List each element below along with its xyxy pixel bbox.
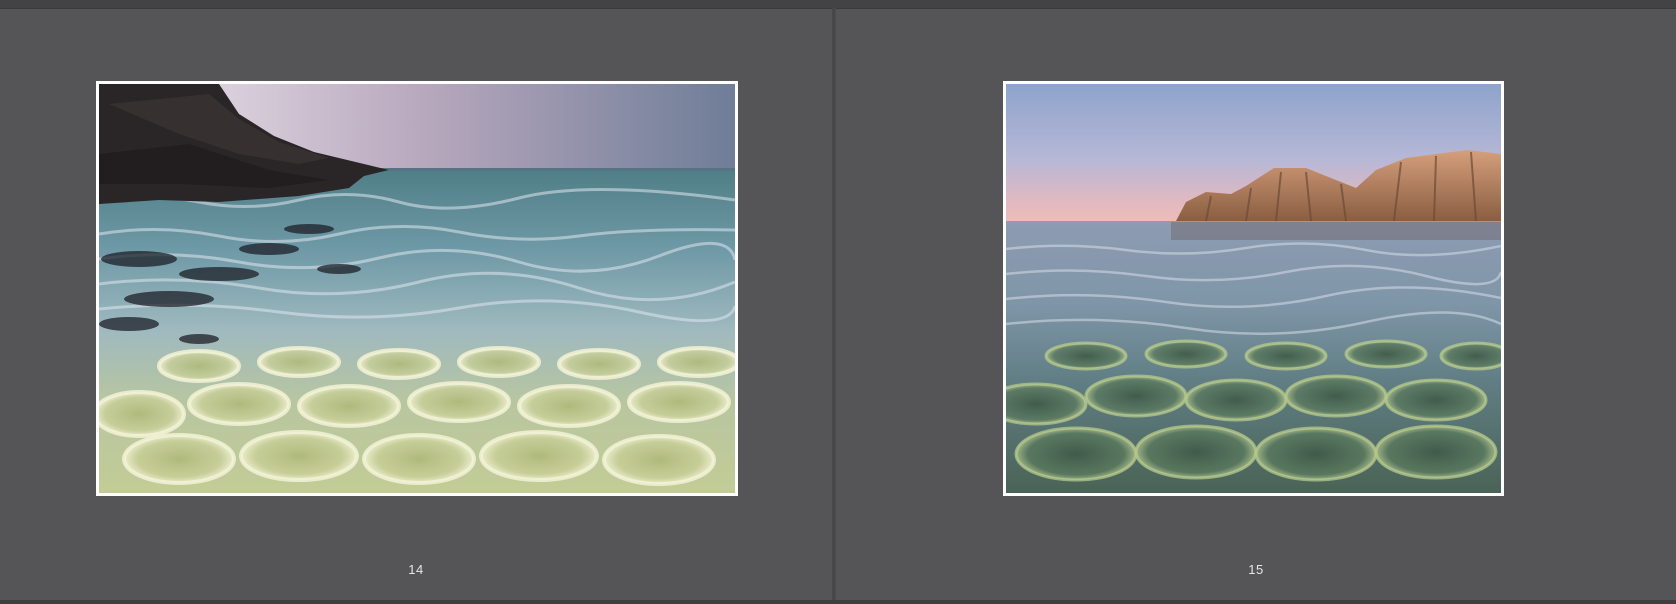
painting-rocky-shore-icon [99,84,735,493]
page-right[interactable]: 15 [836,8,1676,600]
book-spread-viewer: 14 15 [0,0,1676,604]
page-number: 15 [1248,562,1264,577]
page-left[interactable]: 14 [0,8,832,600]
page-number: 14 [408,562,424,577]
artwork-right-image[interactable] [1003,81,1504,496]
artwork-left-image[interactable] [96,81,738,496]
bottom-edge [0,600,1676,604]
painting-rock-islands-icon [1006,84,1501,493]
